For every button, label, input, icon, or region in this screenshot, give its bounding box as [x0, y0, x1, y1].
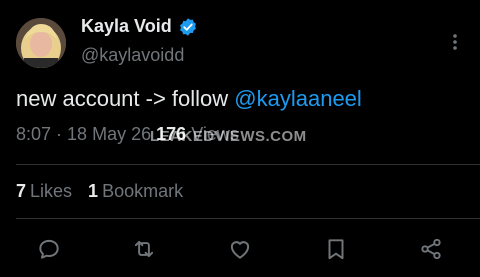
- bookmarks-stat[interactable]: 1 Bookmark: [88, 181, 183, 202]
- divider: [16, 218, 480, 219]
- bookmarks-label: Bookmark: [102, 181, 184, 201]
- divider: [16, 164, 480, 165]
- share-icon[interactable]: [418, 236, 444, 262]
- avatar-image: [16, 18, 66, 68]
- mention-link[interactable]: @kaylaaneel: [234, 86, 362, 111]
- tweet-time[interactable]: 8:07: [16, 124, 51, 144]
- reply-icon[interactable]: [36, 236, 62, 262]
- repost-icon[interactable]: [131, 236, 157, 262]
- engagement-stats: 7 Likes 1 Bookmark: [16, 181, 183, 202]
- likes-count: 7: [16, 181, 27, 201]
- bookmarks-count: 1: [88, 181, 99, 201]
- tweet-text-body: new account -> follow: [16, 86, 235, 111]
- tweet-text: new account -> follow @kaylaaneel: [16, 86, 362, 112]
- like-icon[interactable]: [227, 236, 253, 262]
- verified-badge-icon: [178, 17, 198, 37]
- author-name-row: Kayla Void: [81, 16, 198, 37]
- avatar[interactable]: [16, 18, 66, 68]
- likes-label: Likes: [30, 181, 73, 201]
- likes-stat[interactable]: 7 Likes: [16, 181, 72, 202]
- bookmark-icon[interactable]: [323, 236, 349, 262]
- more-options-icon[interactable]: [448, 32, 462, 52]
- action-bar: [0, 232, 480, 268]
- meta-separator: ·: [51, 124, 68, 144]
- display-name[interactable]: Kayla Void: [81, 16, 172, 37]
- watermark: LEAKEDVIEWS.COM: [150, 128, 307, 145]
- tweet-date[interactable]: 18 May 26: [67, 124, 151, 144]
- user-handle[interactable]: @kaylavoidd: [81, 45, 184, 66]
